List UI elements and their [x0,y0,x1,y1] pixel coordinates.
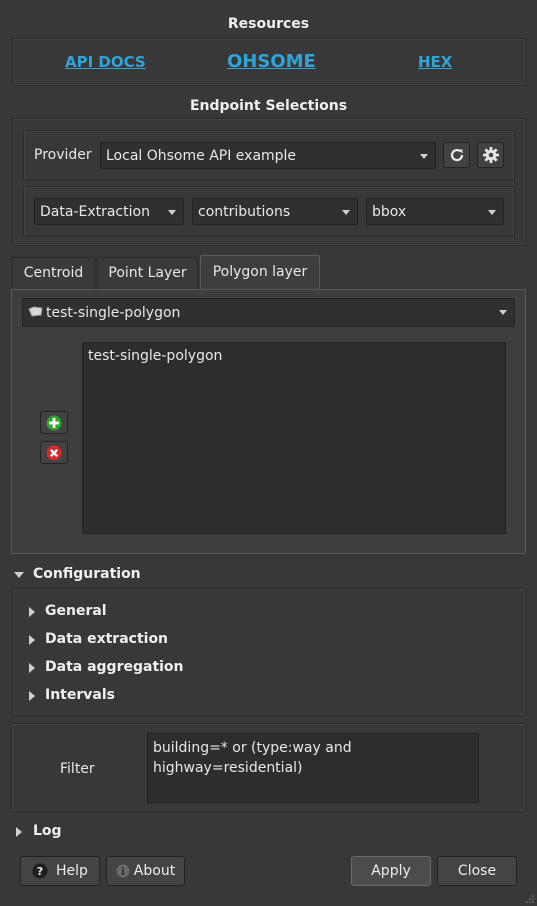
polygon-layer-icon [28,306,43,317]
endpoint-select-value: contributions [198,204,291,220]
endpoint-title: Endpoint Selections [189,98,348,114]
chevron-right-icon[interactable] [29,691,35,701]
api-docs-link[interactable]: API DOCS [65,53,146,71]
about-button-label: About [133,863,176,879]
chevron-right-icon[interactable] [29,663,35,673]
filter-label: Filter [60,761,95,777]
resize-grip-icon[interactable] [525,894,535,904]
spatial-select[interactable]: bbox [366,198,504,225]
tab-centroid[interactable]: Centroid [12,257,95,289]
type-select-value: Data-Extraction [40,204,150,220]
chevron-down-icon [488,210,496,215]
refresh-button[interactable] [443,142,470,168]
help-button[interactable]: ? Help [20,856,100,886]
spatial-select-value: bbox [372,204,407,220]
configuration-box: General Data extraction Data aggregation… [12,588,526,716]
polygon-list-item[interactable]: test-single-polygon [88,346,500,366]
config-general[interactable]: General [45,603,107,619]
ohsome-link[interactable]: OHSOME [227,51,316,72]
endpoint-box: Provider Local Ohsome API example Data-E… [12,118,526,246]
chevron-right-icon[interactable] [29,607,35,617]
gear-icon [482,147,499,163]
polygon-layer-select-value: test-single-polygon [46,305,181,321]
chevron-down-icon [499,310,507,315]
config-data-aggregation[interactable]: Data aggregation [45,659,184,675]
svg-text:i: i [121,867,125,878]
filter-box: Filter building=* or (type:way and highw… [11,723,526,812]
provider-label: Provider [34,147,92,163]
hex-link[interactable]: HEX [418,53,452,71]
tab-point-layer[interactable]: Point Layer [97,257,198,289]
polygon-tab-pane: test-single-polygon test-single-polygon [11,289,526,554]
tab-polygon-layer[interactable]: Polygon layer [200,255,320,290]
provider-select-value: Local Ohsome API example [106,148,297,164]
polygon-list[interactable]: test-single-polygon [82,342,506,534]
help-icon: ? [32,863,48,879]
endpoint-row: Data-Extraction contributions bbox [23,186,515,236]
config-data-extraction[interactable]: Data extraction [45,631,168,647]
add-icon [46,415,62,430]
about-button[interactable]: i About [106,856,185,886]
remove-icon [46,445,62,460]
chevron-down-icon [168,210,176,215]
provider-row: Provider Local Ohsome API example [23,130,515,180]
provider-select[interactable]: Local Ohsome API example [100,142,436,169]
add-polygon-button[interactable] [40,411,68,434]
chevron-down-icon[interactable] [14,572,24,578]
refresh-icon [450,148,463,162]
resources-title: Resources [227,16,310,32]
endpoint-select[interactable]: contributions [192,198,358,225]
resources-box: API DOCS OHSOME HEX [12,38,526,86]
configuration-title[interactable]: Configuration [33,566,141,582]
log-toggle[interactable]: Log [33,823,62,839]
config-intervals[interactable]: Intervals [45,687,115,703]
type-select[interactable]: Data-Extraction [34,198,184,225]
remove-polygon-button[interactable] [40,441,68,464]
info-icon: i [116,864,130,878]
chevron-down-icon [420,154,428,159]
help-button-label: Help [56,863,88,879]
settings-button[interactable] [477,142,504,168]
chevron-right-icon[interactable] [29,635,35,645]
chevron-right-icon[interactable] [16,827,22,837]
apply-button[interactable]: Apply [351,856,431,886]
svg-text:?: ? [37,865,43,878]
filter-input[interactable]: building=* or (type:way and highway=resi… [147,733,479,803]
close-button[interactable]: Close [437,856,517,886]
chevron-down-icon [342,210,350,215]
polygon-layer-select[interactable]: test-single-polygon [22,298,515,327]
